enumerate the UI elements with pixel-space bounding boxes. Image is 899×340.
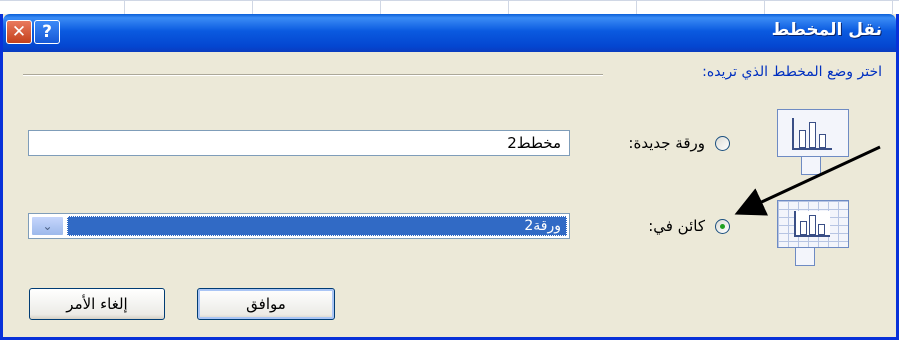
chart-sheet-icon bbox=[777, 109, 849, 157]
help-icon: ? bbox=[42, 22, 52, 42]
ok-button[interactable]: موافق bbox=[197, 288, 335, 320]
radio-selected-dot bbox=[720, 224, 725, 229]
chart-sheet-icon-tab bbox=[801, 157, 821, 175]
dialog-title: نقل المخطط bbox=[771, 20, 882, 40]
group-divider bbox=[23, 74, 603, 76]
close-button[interactable]: ✕ bbox=[6, 20, 32, 44]
object-in-sheet-select[interactable]: ورقة2 ⌄ bbox=[28, 213, 570, 239]
group-label: اختر وضع المخطط الذي تريده: bbox=[702, 64, 882, 80]
new-sheet-radio[interactable] bbox=[715, 136, 730, 151]
help-button[interactable]: ? bbox=[34, 20, 60, 44]
new-sheet-name-input[interactable] bbox=[28, 130, 570, 156]
chevron-down-icon: ⌄ bbox=[42, 219, 53, 233]
dialog-titlebar: ✕ ? نقل المخطط bbox=[3, 14, 896, 52]
embedded-chart-icon bbox=[777, 200, 849, 248]
object-in-label: كائن في: bbox=[648, 217, 705, 235]
new-sheet-label: ورقة جديدة: bbox=[628, 134, 705, 152]
move-chart-dialog: ✕ ? نقل المخطط اختر وضع المخطط الذي تريد… bbox=[0, 14, 899, 340]
embedded-chart-icon-tab bbox=[795, 248, 815, 266]
dropdown-arrow-button[interactable]: ⌄ bbox=[31, 216, 64, 236]
object-in-radio[interactable] bbox=[715, 219, 730, 234]
cancel-button[interactable]: إلغاء الأمر bbox=[29, 288, 165, 320]
close-icon: ✕ bbox=[11, 22, 27, 42]
object-in-selected-value: ورقة2 bbox=[67, 216, 567, 236]
